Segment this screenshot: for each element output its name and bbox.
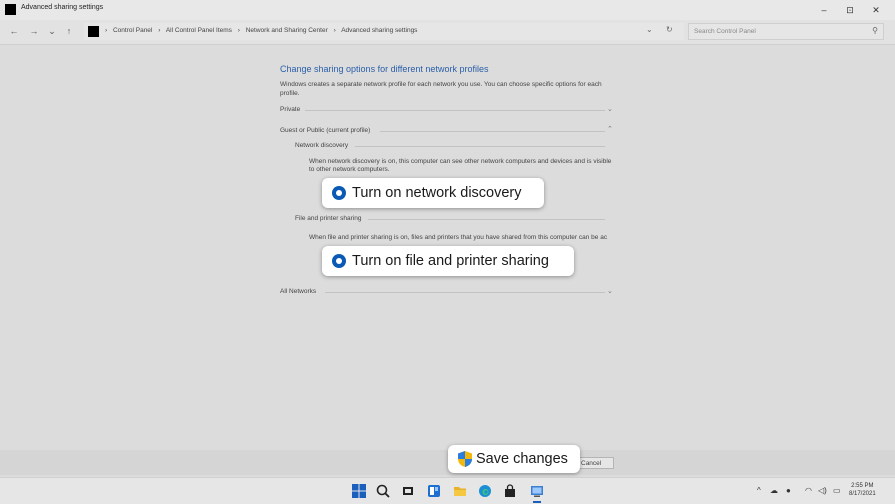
- restore-button[interactable]: ⊡: [842, 3, 858, 17]
- page-description: Windows creates a separate network profi…: [280, 81, 602, 97]
- window-title: Advanced sharing settings: [21, 4, 104, 11]
- divider: [380, 131, 605, 132]
- chevron-down-icon[interactable]: ⌄: [607, 105, 613, 113]
- breadcrumb-advanced-sharing[interactable]: Advanced sharing settings: [341, 27, 417, 34]
- control-panel-taskbar-icon[interactable]: [530, 484, 544, 498]
- turn-on-network-discovery-option[interactable]: Turn on network discovery: [322, 178, 544, 208]
- cancel-button[interactable]: Cancel: [574, 457, 614, 469]
- minimize-button[interactable]: –: [816, 3, 832, 17]
- app-icon: [5, 4, 16, 15]
- address-bar[interactable]: › Control Panel › All Control Panel Item…: [84, 23, 684, 40]
- breadcrumb: › Control Panel › All Control Panel Item…: [105, 27, 421, 34]
- security-icon[interactable]: ●: [786, 486, 791, 495]
- search-icon[interactable]: [376, 484, 390, 498]
- search-input[interactable]: Search Control Panel ⚲: [688, 23, 884, 40]
- forward-button[interactable]: →: [28, 25, 40, 37]
- divider: [325, 292, 605, 293]
- network-discovery-label: Turn on network discovery: [352, 185, 522, 201]
- breadcrumb-separator: ›: [237, 27, 240, 34]
- breadcrumb-separator: ›: [333, 27, 336, 34]
- system-clock[interactable]: 2:55 PM 8/17/2021: [849, 482, 876, 498]
- profile-all-networks[interactable]: All Networks: [280, 288, 316, 295]
- breadcrumb-separator: ›: [105, 27, 108, 34]
- file-sharing-title: File and printer sharing: [295, 215, 362, 222]
- widgets-icon[interactable]: [427, 484, 441, 498]
- task-view-icon[interactable]: [401, 484, 415, 498]
- radio-selected-icon: [332, 186, 346, 200]
- volume-icon[interactable]: ◁): [818, 486, 827, 495]
- profile-guest-public[interactable]: Guest or Public (current profile): [280, 127, 370, 134]
- store-icon[interactable]: [503, 484, 517, 498]
- turn-on-file-sharing-option[interactable]: Turn on file and printer sharing: [322, 246, 574, 276]
- file-sharing-description: When file and printer sharing is on, fil…: [309, 234, 608, 241]
- breadcrumb-control-panel[interactable]: Control Panel: [113, 27, 152, 34]
- clock-time: 2:55 PM: [851, 483, 874, 489]
- file-explorer-icon[interactable]: [453, 484, 467, 498]
- divider: [368, 219, 605, 220]
- start-icon[interactable]: [352, 484, 366, 498]
- back-button[interactable]: ←: [8, 25, 20, 37]
- page-title: Change sharing options for different net…: [280, 64, 489, 74]
- wifi-icon[interactable]: ◠: [805, 486, 812, 495]
- navigation-bar: ← → ⌄ ↑ › Control Panel › All Control Pa…: [0, 20, 895, 45]
- title-bar: Advanced sharing settings – ⊡ ✕: [0, 0, 895, 20]
- save-changes-label: Save changes: [476, 451, 568, 467]
- file-sharing-label: Turn on file and printer sharing: [352, 253, 549, 269]
- search-placeholder: Search Control Panel: [694, 28, 756, 35]
- save-changes-button[interactable]: Save changes: [448, 445, 580, 473]
- close-button[interactable]: ✕: [868, 3, 884, 17]
- control-panel-icon: [88, 26, 99, 37]
- chevron-up-icon[interactable]: ⌃: [607, 125, 613, 133]
- taskbar: ^ ☁ ● ◠ ◁) ▭ 2:55 PM 8/17/2021: [0, 477, 895, 504]
- divider: [355, 146, 605, 147]
- up-button[interactable]: ↑: [63, 25, 75, 37]
- profile-private[interactable]: Private: [280, 106, 300, 113]
- onedrive-icon[interactable]: ☁: [770, 486, 778, 495]
- edge-browser-icon[interactable]: [478, 484, 492, 498]
- chevron-up-icon[interactable]: ^: [757, 486, 761, 495]
- battery-icon[interactable]: ▭: [833, 486, 841, 495]
- uac-shield-icon: [458, 451, 472, 467]
- network-discovery-title: Network discovery: [295, 142, 349, 149]
- divider: [305, 110, 605, 111]
- recent-locations-button[interactable]: ⌄: [46, 25, 58, 37]
- search-icon[interactable]: ⚲: [872, 26, 878, 35]
- breadcrumb-network-center[interactable]: Network and Sharing Center: [246, 27, 328, 34]
- refresh-icon[interactable]: ↻: [666, 25, 673, 34]
- breadcrumb-all-items[interactable]: All Control Panel Items: [166, 27, 232, 34]
- breadcrumb-separator: ›: [158, 27, 161, 34]
- chevron-down-icon[interactable]: ⌄: [607, 287, 613, 295]
- clock-date: 8/17/2021: [849, 491, 876, 497]
- radio-selected-icon: [332, 254, 346, 268]
- network-discovery-description: When network discovery is on, this compu…: [309, 158, 612, 173]
- address-dropdown-icon[interactable]: ⌄: [646, 25, 653, 34]
